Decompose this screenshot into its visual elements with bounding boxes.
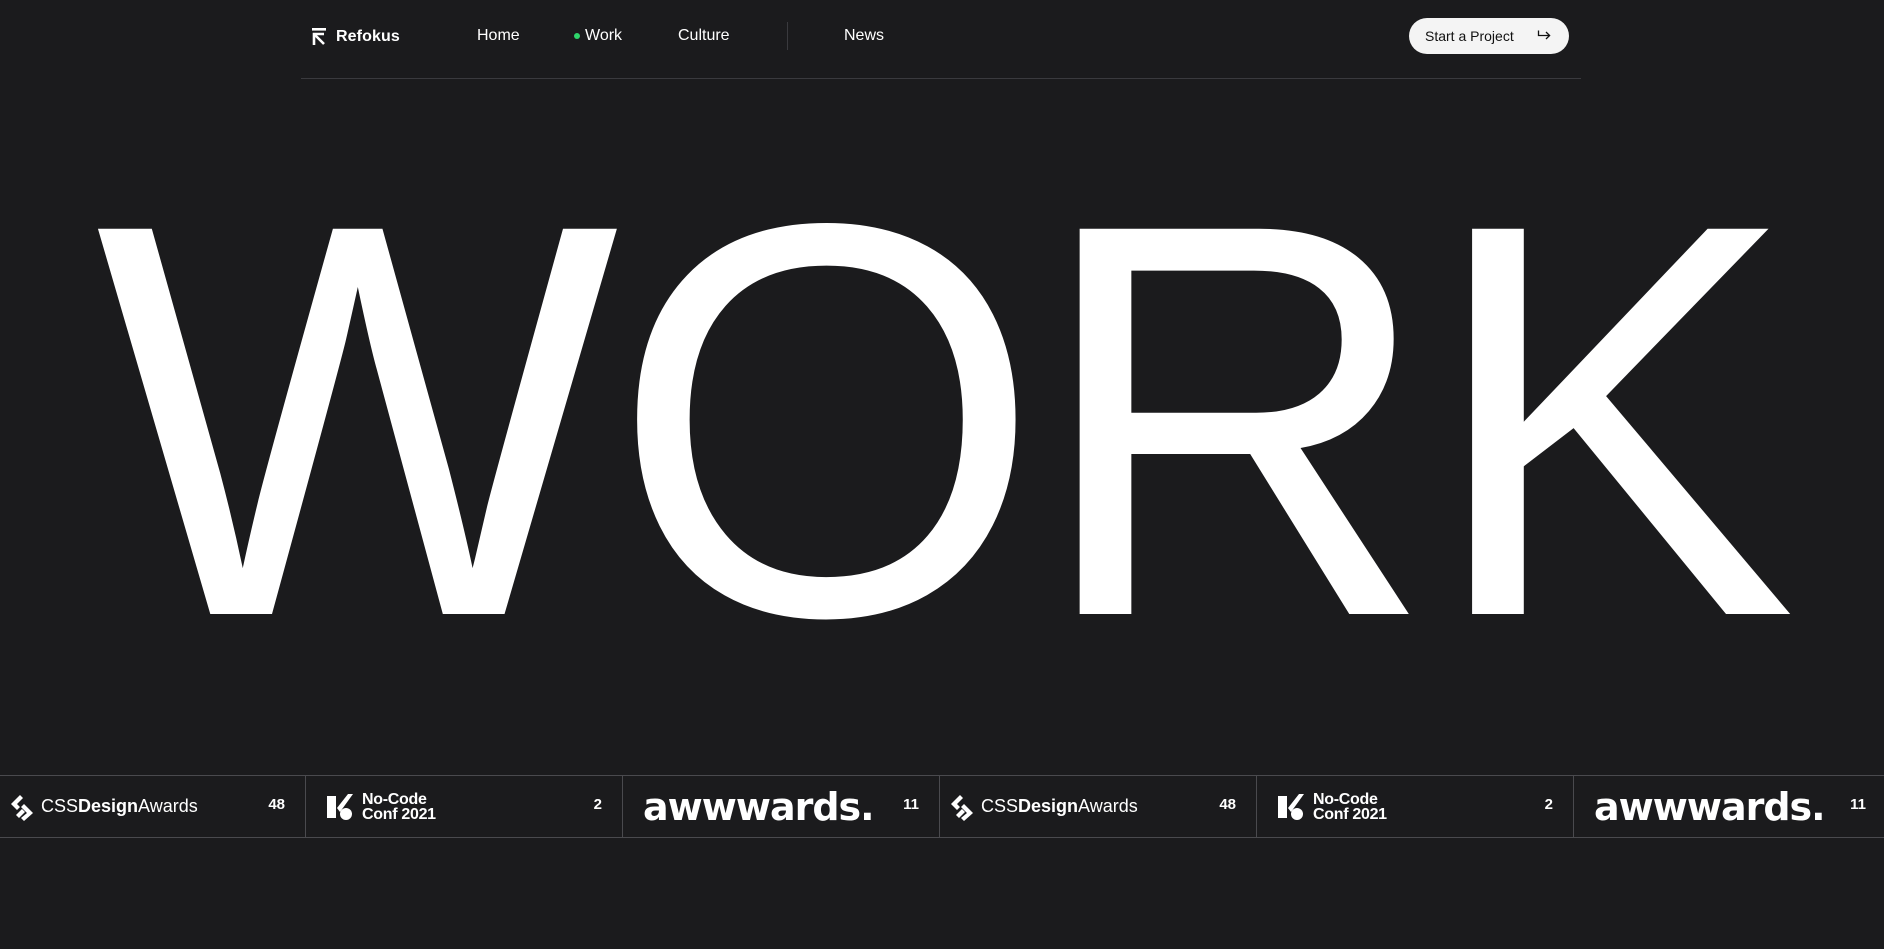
brand-link[interactable]: Refokus bbox=[311, 25, 400, 49]
css-logo-part-awards: Awards bbox=[1078, 796, 1138, 816]
css-design-awards-logo: CSSDesignAwards bbox=[948, 793, 1138, 821]
no-code-conf-logo: No-Code Conf 2021 bbox=[1265, 790, 1387, 823]
hero-title: WORK bbox=[95, 107, 1797, 733]
award-item-css-design-awards: CSSDesignAwards 48 bbox=[940, 776, 1257, 837]
refokus-logo-icon bbox=[312, 28, 326, 45]
css-logo-part-css: CSS bbox=[981, 796, 1019, 816]
award-count: 2 bbox=[593, 796, 602, 813]
css-logo-part-design: Design bbox=[1018, 796, 1079, 816]
award-count: 48 bbox=[268, 796, 285, 813]
nav-link-work-label: Work bbox=[585, 27, 623, 44]
start-project-button[interactable]: Start a Project bbox=[1409, 18, 1569, 54]
css-logo-part-design: Design bbox=[78, 796, 139, 816]
award-count: 2 bbox=[1544, 796, 1553, 813]
css-design-awards-logo: CSSDesignAwards bbox=[8, 793, 198, 821]
no-code-conf-icon bbox=[1278, 793, 1304, 820]
return-arrow-icon bbox=[1537, 30, 1551, 40]
award-item-no-code-conf: No-Code Conf 2021 2 bbox=[306, 776, 623, 837]
no-code-conf-logo: No-Code Conf 2021 bbox=[314, 790, 436, 823]
css-logo-text: CSSDesignAwards bbox=[981, 796, 1138, 817]
no-code-conf-text: No-Code Conf 2021 bbox=[1313, 790, 1387, 823]
nav-link-news[interactable]: News bbox=[844, 26, 884, 46]
css-design-awards-icon bbox=[11, 794, 33, 821]
no-code-conf-line-2: Conf 2021 bbox=[1313, 805, 1387, 823]
brand-name: Refokus bbox=[336, 28, 400, 45]
no-code-conf-line-2: Conf 2021 bbox=[362, 805, 436, 823]
nav-link-work[interactable]: Work bbox=[574, 26, 622, 46]
award-count: 11 bbox=[903, 796, 919, 813]
no-code-conf-icon bbox=[327, 793, 353, 820]
no-code-conf-line-1: No-Code bbox=[1313, 790, 1378, 808]
award-count: 48 bbox=[1219, 796, 1236, 813]
nav-link-culture[interactable]: Culture bbox=[678, 26, 730, 46]
css-logo-part-css: CSS bbox=[41, 796, 79, 816]
award-item-no-code-conf: No-Code Conf 2021 2 bbox=[1257, 776, 1574, 837]
awwwards-logo: awwwards. bbox=[643, 784, 875, 829]
nav-link-home[interactable]: Home bbox=[477, 26, 520, 46]
awwwards-logo: awwwards. bbox=[1594, 784, 1826, 829]
awards-strip: CSSDesignAwards 48 No-Code Conf 2021 2 a… bbox=[0, 775, 1884, 838]
active-indicator-dot bbox=[574, 33, 580, 39]
award-item-awwwards: awwwards. 11 bbox=[1574, 776, 1880, 837]
css-logo-text: CSSDesignAwards bbox=[41, 796, 198, 817]
top-navigation: Refokus Home Work Culture News Start a P… bbox=[301, 0, 1581, 79]
no-code-conf-line-1: No-Code bbox=[362, 790, 427, 808]
award-count: 11 bbox=[1850, 796, 1866, 813]
nav-divider bbox=[787, 22, 788, 50]
award-item-awwwards: awwwards. 11 bbox=[623, 776, 940, 837]
css-logo-part-awards: Awards bbox=[138, 796, 198, 816]
css-design-awards-icon bbox=[951, 794, 973, 821]
award-item-css-design-awards: CSSDesignAwards 48 bbox=[0, 776, 306, 837]
start-project-label: Start a Project bbox=[1425, 28, 1514, 44]
no-code-conf-text: No-Code Conf 2021 bbox=[362, 790, 436, 823]
page: Refokus Home Work Culture News Start a P… bbox=[0, 0, 1884, 949]
